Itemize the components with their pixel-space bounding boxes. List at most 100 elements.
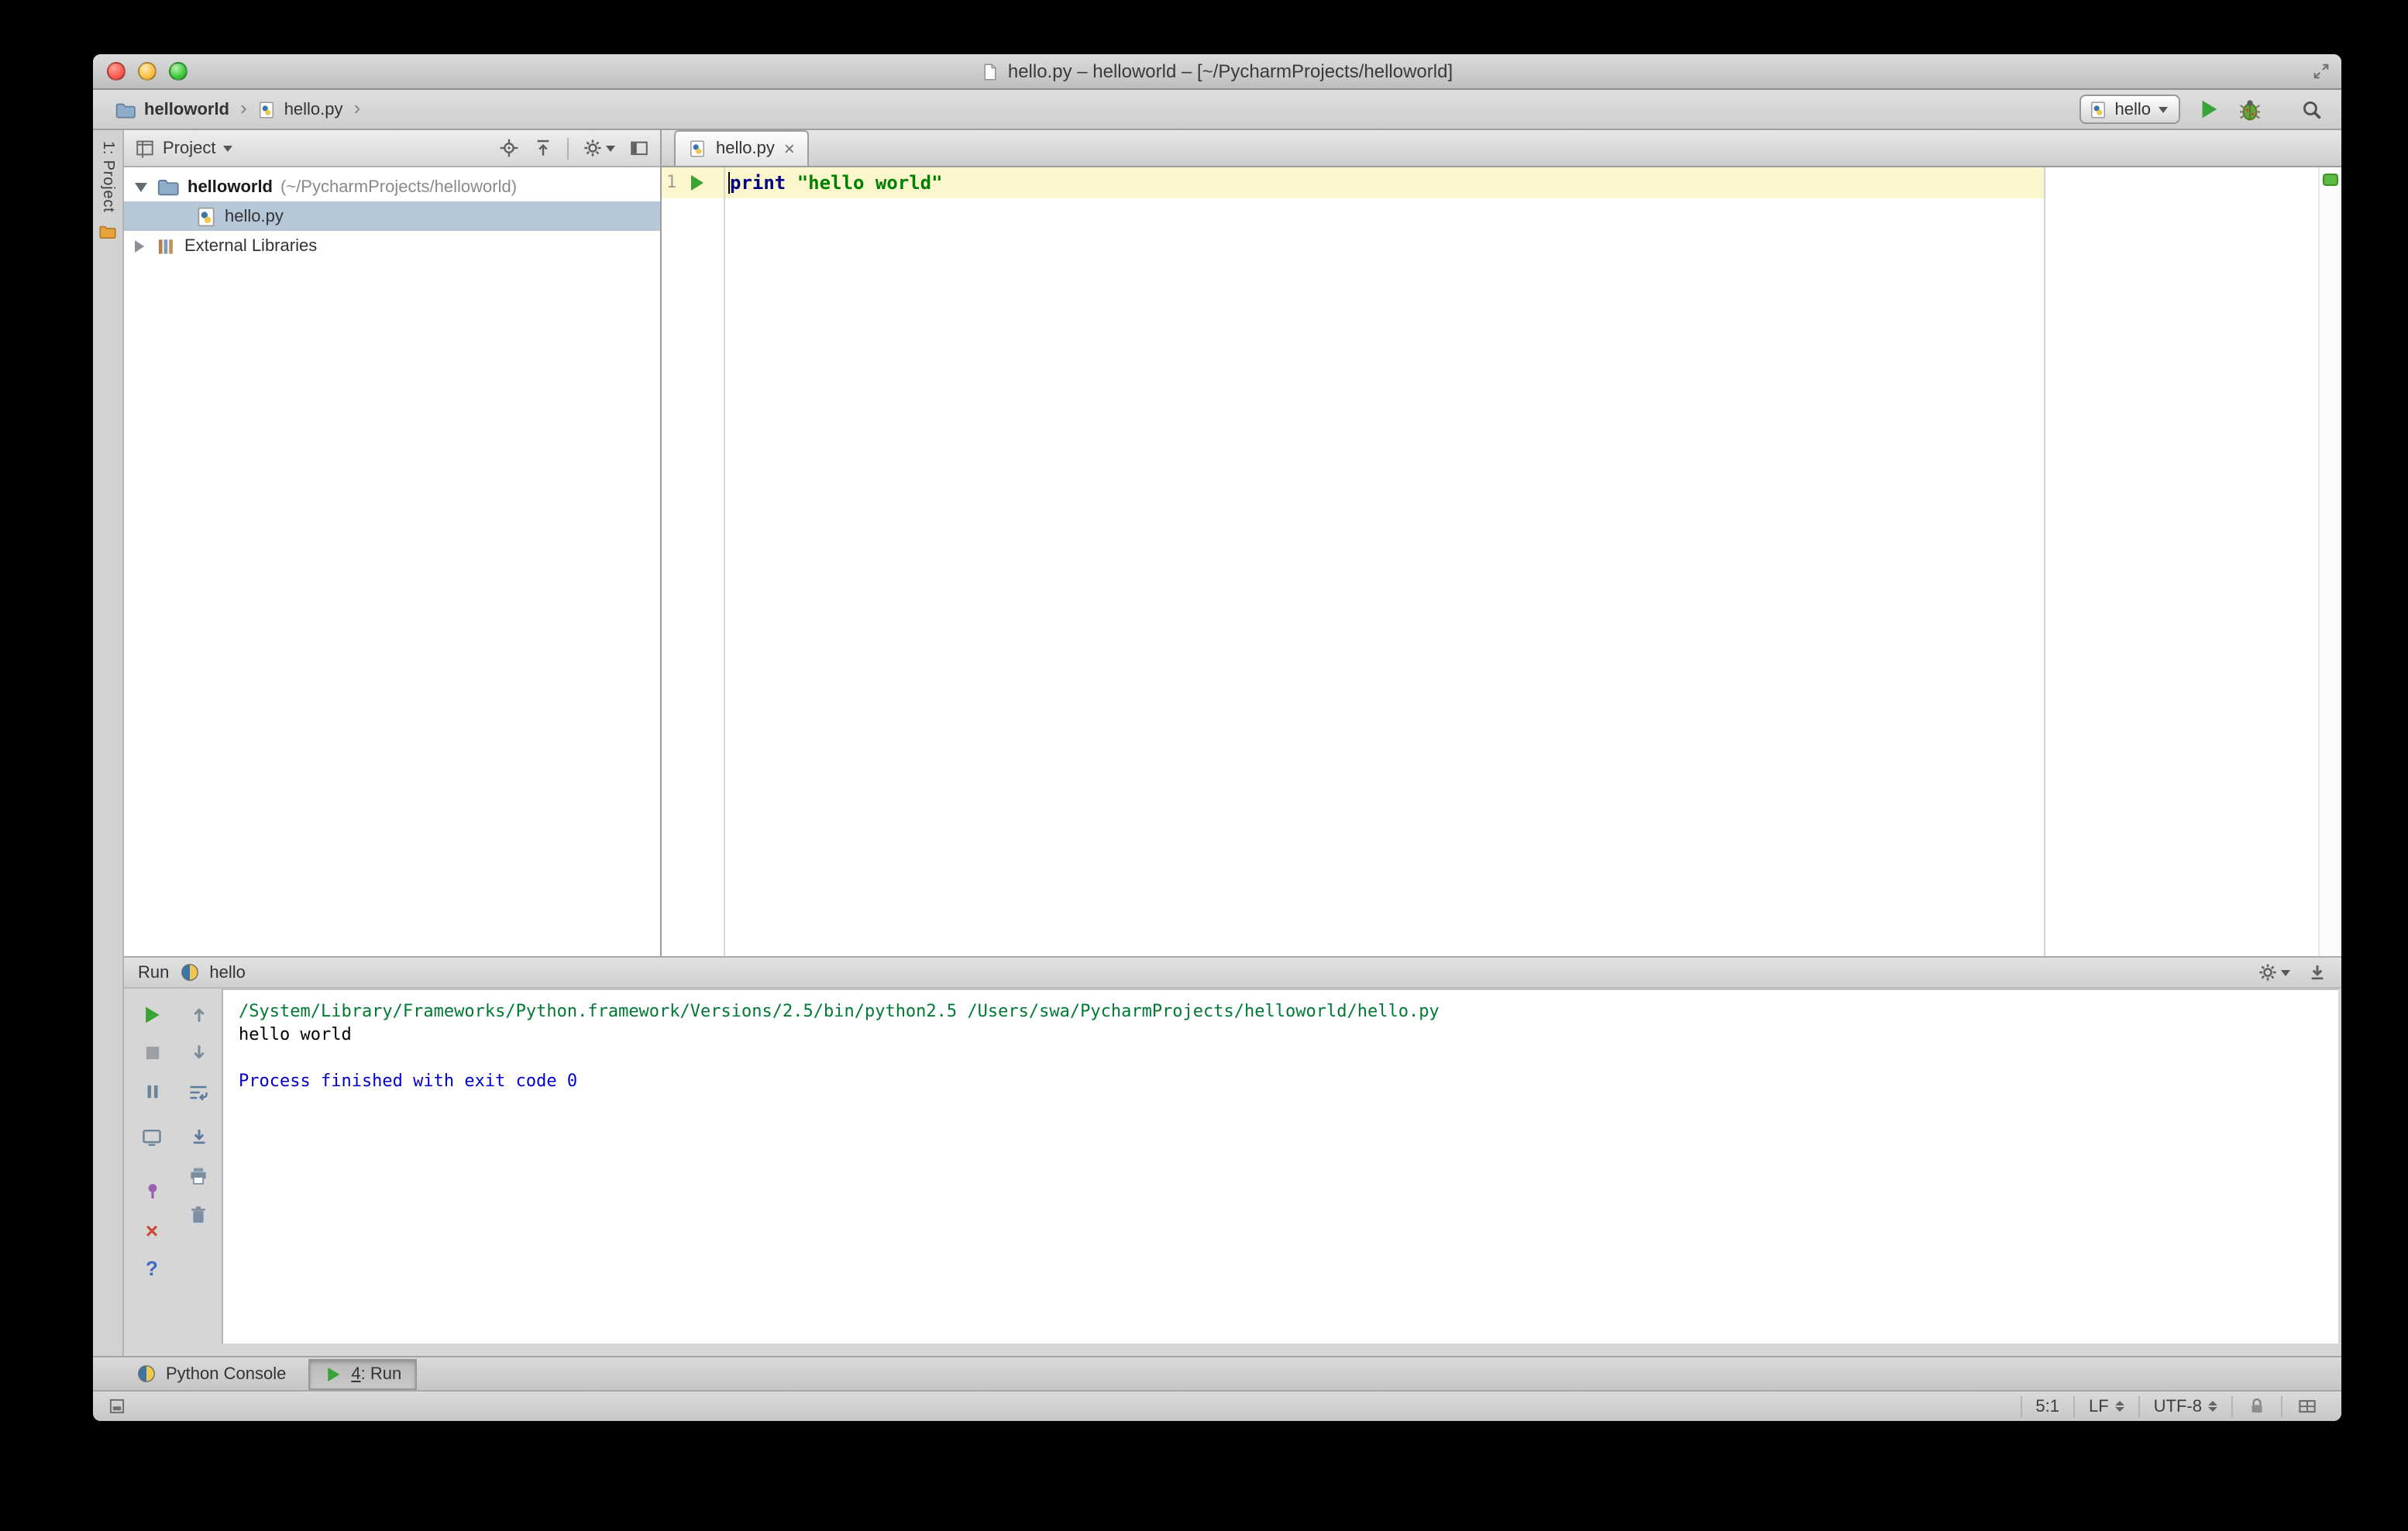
stop-button[interactable]: [139, 1041, 164, 1065]
editor-tab-hello-py[interactable]: hello.py ×: [674, 130, 809, 166]
run-configuration-select[interactable]: hello: [2079, 95, 2180, 124]
scroll-to-end-button[interactable]: [186, 1125, 211, 1148]
disclosure-closed-icon[interactable]: [135, 239, 144, 252]
python-icon: [180, 962, 200, 982]
disclosure-open-icon[interactable]: [135, 182, 147, 191]
chevron-right-icon: ›: [240, 96, 247, 119]
rerun-button[interactable]: [139, 1003, 164, 1026]
close-icon: ×: [145, 1217, 159, 1242]
right-margin-line: [2044, 167, 2045, 956]
tree-row-external-libraries[interactable]: External Libraries: [124, 231, 660, 260]
search-icon[interactable]: [2301, 98, 2323, 120]
gutter-separator: [724, 167, 725, 956]
run-configuration-label: hello: [2114, 100, 2152, 119]
attach-debugger-button[interactable]: [139, 1179, 164, 1202]
print-button[interactable]: [186, 1164, 211, 1187]
breadcrumb-label: hello.py: [284, 100, 343, 119]
pause-output-button[interactable]: [139, 1080, 164, 1103]
status-bar: 5:1 LF UTF-8: [93, 1390, 2341, 1421]
traffic-lights: [107, 62, 187, 81]
run-panel-title: Run: [138, 963, 170, 982]
run-toolwindow-button[interactable]: 4: Run: [308, 1358, 418, 1389]
fullscreen-icon[interactable]: [2312, 62, 2331, 81]
python-file-icon: [195, 205, 217, 227]
minimize-window-button[interactable]: [138, 62, 157, 81]
project-view-selector[interactable]: Project: [135, 138, 499, 158]
run-toolwindow-label: 4: Run: [351, 1364, 402, 1383]
toolwindow-bar-bottom: Python Console 4: Run: [93, 1356, 2341, 1390]
help-icon: ?: [146, 1257, 158, 1280]
help-button[interactable]: ?: [139, 1257, 164, 1280]
close-icon[interactable]: ×: [784, 139, 795, 158]
next-occurrence-button[interactable]: [186, 1041, 211, 1065]
inspection-ok-indicator[interactable]: [2323, 174, 2338, 186]
run-toolwindow-header[interactable]: Run hello: [124, 956, 2341, 989]
tree-item-path: (~/PycharmProjects/helloworld): [280, 177, 518, 196]
collapse-all-icon[interactable]: [533, 138, 553, 158]
breadcrumb-item-helloworld[interactable]: helloworld: [115, 98, 229, 120]
project-toolwindow: Project helloworld (~/PycharmProjects/he…: [124, 130, 662, 956]
project-tree: helloworld (~/PycharmProjects/helloworld…: [124, 167, 660, 260]
hide-panel-icon[interactable]: [629, 138, 649, 158]
zoom-window-button[interactable]: [169, 62, 187, 81]
line-separator-widget[interactable]: LF: [2073, 1395, 2138, 1417]
prev-occurrence-button[interactable]: [186, 1003, 211, 1026]
toolwindow-stripe-left: 1: Project: [93, 130, 124, 1356]
debug-button[interactable]: [2238, 97, 2262, 122]
editor-tabbar: hello.py ×: [662, 130, 2341, 167]
file-encoding: UTF-8: [2153, 1397, 2202, 1416]
readonly-widget[interactable]: [2231, 1395, 2281, 1417]
run-config-tab[interactable]: hello: [180, 962, 246, 982]
editor-tab-label: hello.py: [716, 139, 775, 158]
breadcrumb-item-hello-py[interactable]: hello.py: [258, 100, 343, 119]
project-view-icon: [135, 138, 155, 158]
screens-icon: [2296, 1395, 2318, 1417]
chevron-up-down-icon: [2208, 1400, 2217, 1412]
run-header-icons: [2258, 962, 2327, 982]
project-settings-button[interactable]: [583, 138, 615, 158]
tree-row-hello-py[interactable]: hello.py: [124, 201, 660, 231]
console-line-stdout: hello world: [239, 1024, 352, 1044]
tree-row-helloworld[interactable]: helloworld (~/PycharmProjects/helloworld…: [124, 172, 660, 201]
error-stripe[interactable]: [2318, 167, 2341, 956]
document-proxy-icon[interactable]: [982, 61, 1000, 81]
run-toolbar-column-2: [183, 1003, 214, 1356]
python-console-toolwindow-button[interactable]: Python Console: [136, 1364, 286, 1384]
desktop: hello.py – helloworld – [~/PycharmProjec…: [0, 0, 2408, 1531]
window-title: hello.py – helloworld – [~/PycharmProjec…: [1007, 60, 1453, 82]
run-console-output[interactable]: /System/Library/Frameworks/Python.framew…: [222, 989, 2338, 1343]
gear-icon: [583, 138, 603, 158]
run-toolbar: × ?: [124, 989, 222, 1356]
run-gutter-icon[interactable]: [691, 175, 703, 191]
top-row: Project helloworld (~/PycharmProjects/he…: [124, 130, 2341, 956]
close-window-button[interactable]: [107, 62, 126, 81]
caret-position: 5:1: [2035, 1397, 2059, 1416]
toggle-toolwindows-icon[interactable]: [107, 1396, 127, 1416]
project-tool-icon[interactable]: [98, 222, 118, 243]
scroll-from-source-icon[interactable]: [499, 138, 519, 158]
breadcrumb-label: helloworld: [144, 100, 229, 119]
show-console-button[interactable]: [139, 1125, 164, 1148]
python-file-icon: [258, 100, 277, 119]
caret-position-widget[interactable]: 5:1: [2020, 1395, 2073, 1417]
encoding-widget[interactable]: UTF-8: [2138, 1395, 2231, 1417]
folder-icon: [157, 175, 180, 198]
dock-panel-icon[interactable]: [2307, 962, 2327, 982]
chevron-right-icon: ›: [353, 96, 361, 119]
keyword-token: print: [730, 172, 786, 194]
run-settings-button[interactable]: [2258, 962, 2290, 982]
project-toolwindow-header: Project: [124, 130, 660, 167]
screen-widget[interactable]: [2281, 1395, 2332, 1417]
project-toolwindow-button[interactable]: 1: Project: [99, 141, 116, 213]
code-editor[interactable]: 1 print "hello world": [662, 167, 2341, 956]
titlebar[interactable]: hello.py – helloworld – [~/PycharmProjec…: [93, 54, 2341, 90]
soft-wrap-button[interactable]: [186, 1080, 211, 1103]
title-area: hello.py – helloworld – [~/PycharmProjec…: [982, 60, 1453, 82]
clear-all-button[interactable]: [186, 1202, 211, 1226]
status-widgets: 5:1 LF UTF-8: [2020, 1392, 2332, 1421]
gear-icon: [2258, 962, 2278, 982]
lock-icon: [2247, 1396, 2267, 1416]
close-button[interactable]: ×: [139, 1218, 164, 1241]
run-button[interactable]: [2197, 98, 2221, 121]
